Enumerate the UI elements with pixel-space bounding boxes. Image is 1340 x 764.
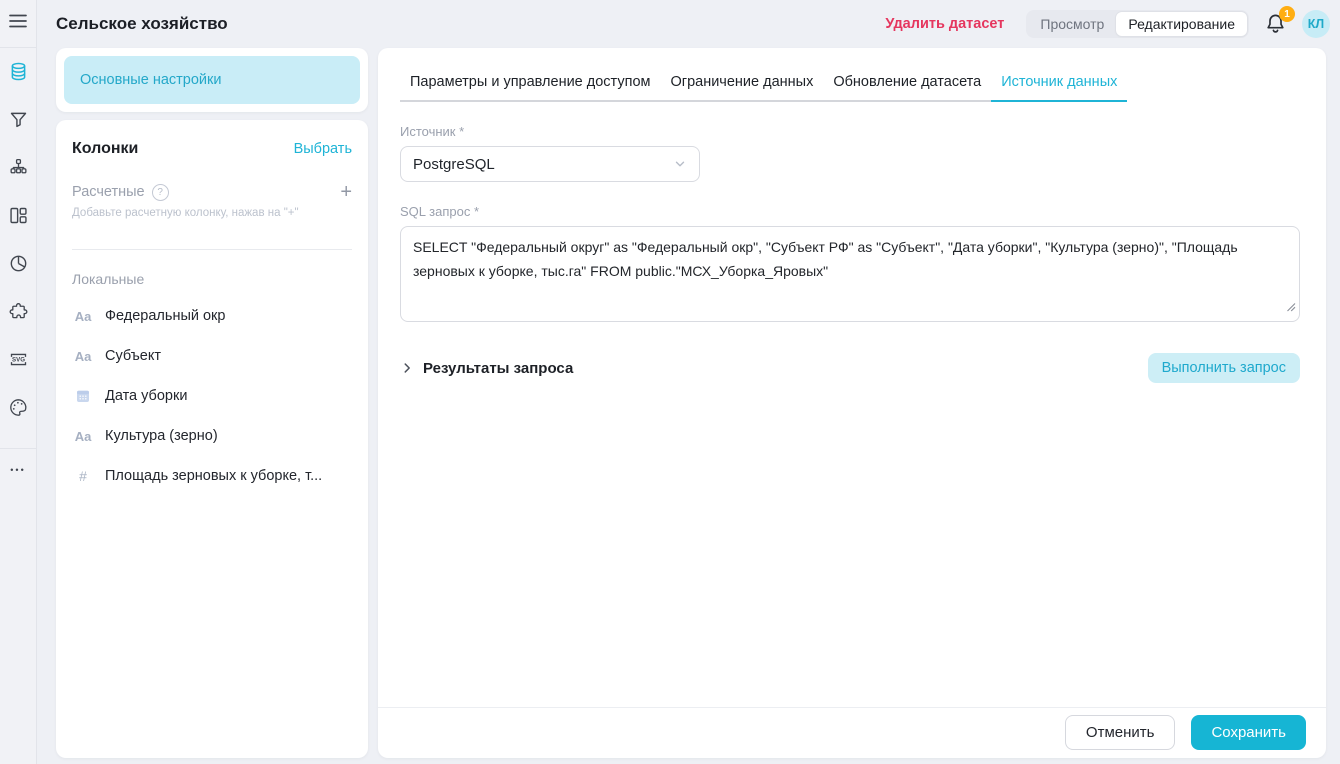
filter-icon	[8, 109, 29, 135]
rail-item-connections[interactable]	[6, 159, 30, 181]
sql-query-label: SQL запрос *	[400, 204, 1300, 219]
local-columns-label: Локальные	[72, 271, 352, 287]
field-name: Федеральный окр	[105, 308, 225, 324]
field-name: Дата уборки	[105, 388, 187, 404]
left-icon-rail: SVG •••	[0, 0, 37, 764]
calculated-columns-hint: Добавьте расчетную колонку, нажав на "+"	[72, 207, 352, 219]
field-name: Субъект	[105, 348, 161, 364]
rail-divider	[0, 448, 36, 449]
help-icon[interactable]: ?	[152, 184, 169, 201]
svg-text:SVG: SVG	[12, 357, 25, 364]
number-type-icon: #	[72, 468, 94, 484]
page-title: Сельское хозяйство	[56, 14, 228, 34]
header: Сельское хозяйство Удалить датасет Просм…	[37, 0, 1340, 48]
notifications-button[interactable]: 1	[1263, 11, 1288, 37]
view-mode-toggle: Просмотр Редактирование	[1026, 10, 1249, 38]
query-results-label: Результаты запроса	[423, 360, 573, 377]
tab-params-access[interactable]: Параметры и управление доступом	[400, 64, 661, 102]
field-item[interactable]: Aa Культура (зерно)	[72, 416, 352, 456]
resize-grip-icon[interactable]	[1286, 299, 1296, 317]
chevron-down-icon	[673, 157, 687, 171]
rail-item-svg-assets[interactable]: SVG	[6, 351, 30, 373]
columns-title: Колонки	[72, 140, 138, 158]
run-query-button[interactable]: Выполнить запрос	[1148, 353, 1300, 383]
sidebar-item-main-settings[interactable]: Основные настройки	[64, 56, 360, 104]
source-label: Источник *	[400, 124, 1300, 139]
main-panel: Параметры и управление доступом Ограниче…	[378, 48, 1326, 758]
rail-item-charts[interactable]	[6, 255, 30, 277]
expand-results-button[interactable]	[400, 361, 414, 375]
field-list: Aa Федеральный окр Aa Субъект	[72, 296, 352, 496]
rail-more-button[interactable]: •••	[10, 465, 25, 475]
source-select[interactable]: PostgreSQL	[400, 146, 700, 182]
avatar[interactable]: КЛ	[1302, 10, 1330, 38]
main-menu-button[interactable]	[0, 0, 36, 47]
notifications-badge: 1	[1279, 6, 1295, 22]
settings-nav-card: Основные настройки	[56, 48, 368, 112]
tab-data-restriction[interactable]: Ограничение данных	[661, 64, 824, 102]
hamburger-menu-icon	[9, 14, 27, 33]
rail-item-palette[interactable]	[6, 399, 30, 421]
database-icon	[8, 61, 29, 87]
palette-icon	[8, 397, 29, 423]
field-name: Площадь зерновых к уборке, т...	[105, 468, 322, 484]
field-item[interactable]: Aa Федеральный окр	[72, 296, 352, 336]
layout-icon	[8, 205, 29, 231]
settings-tabs: Параметры и управление доступом Ограниче…	[400, 64, 1127, 102]
rail-item-dashboards[interactable]	[6, 207, 30, 229]
string-type-icon: Aa	[72, 429, 94, 444]
rail-item-widgets[interactable]	[6, 303, 30, 325]
mode-edit-option[interactable]: Редактирование	[1116, 12, 1247, 36]
field-name: Культура (зерно)	[105, 428, 218, 444]
rail-item-filters[interactable]	[6, 111, 30, 133]
delete-dataset-link[interactable]: Удалить датасет	[885, 16, 1004, 32]
puzzle-icon	[8, 301, 29, 327]
string-type-icon: Aa	[72, 309, 94, 324]
footer-actions: Отменить Сохранить	[378, 707, 1326, 758]
sql-query-input[interactable]: SELECT "Федеральный округ" as "Федеральн…	[400, 226, 1300, 322]
add-calculated-column-button[interactable]: +	[340, 182, 352, 202]
pie-chart-icon	[8, 253, 29, 279]
dataset-editor-page: SVG ••• Сельск	[0, 0, 1340, 764]
bell-icon	[1263, 23, 1288, 40]
ellipsis-icon: •••	[10, 465, 25, 475]
rail-item-datasets[interactable]	[6, 63, 30, 85]
source-select-value: PostgreSQL	[413, 156, 495, 173]
date-type-icon	[72, 387, 94, 405]
field-item[interactable]: Дата уборки	[72, 376, 352, 416]
select-columns-link[interactable]: Выбрать	[294, 141, 352, 157]
tab-dataset-update[interactable]: Обновление датасета	[823, 64, 991, 102]
string-type-icon: Aa	[72, 349, 94, 364]
calculated-columns-label: Расчетные	[72, 184, 145, 200]
svg-icon: SVG	[8, 349, 29, 375]
field-item[interactable]: Aa Субъект	[72, 336, 352, 376]
divider	[72, 249, 352, 250]
field-item[interactable]: # Площадь зерновых к уборке, т...	[72, 456, 352, 496]
sidebar: Основные настройки Колонки Выбрать Расче…	[56, 48, 368, 758]
mode-view-option[interactable]: Просмотр	[1028, 12, 1116, 36]
cancel-button[interactable]: Отменить	[1065, 715, 1176, 750]
columns-panel: Колонки Выбрать Расчетные ? + Добавьте р…	[56, 120, 368, 758]
sitemap-icon	[8, 157, 29, 183]
save-button[interactable]: Сохранить	[1191, 715, 1306, 750]
tab-data-source[interactable]: Источник данных	[991, 64, 1127, 102]
